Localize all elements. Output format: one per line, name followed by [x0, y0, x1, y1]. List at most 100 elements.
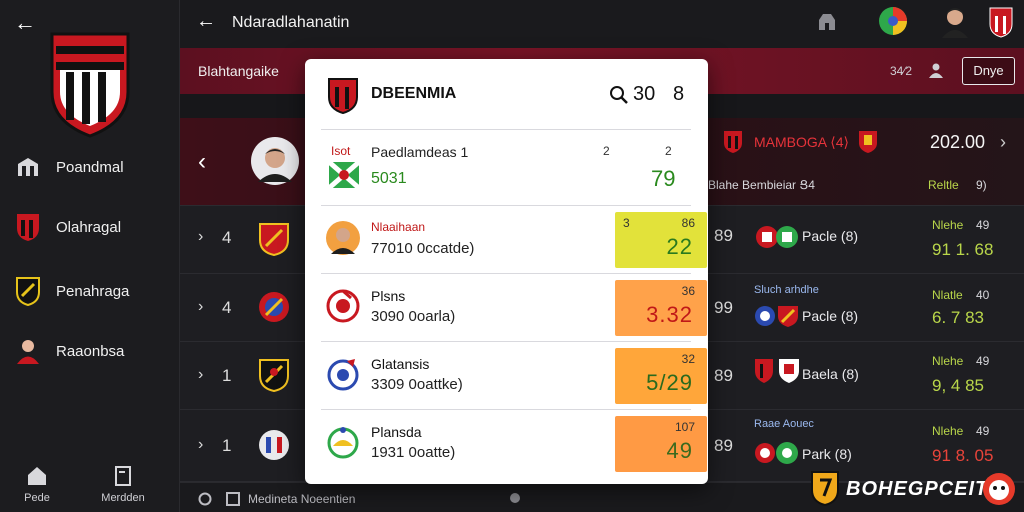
player-avatar — [326, 221, 360, 255]
sidebar-item-label: Penahraga — [56, 282, 130, 300]
club-crest-icon — [859, 131, 877, 153]
stat-value: 40 — [976, 288, 990, 302]
opponent-number: 89 — [714, 436, 733, 455]
page-indicator-dot[interactable] — [510, 493, 520, 503]
stat-label: Nlehe — [932, 424, 964, 438]
team-name: Raae Aouec — [754, 418, 814, 430]
item-subtitle: 1931 0oatte) — [371, 444, 456, 461]
sidebar-item-poandmal[interactable]: Poandmal — [14, 152, 124, 182]
team-subtitle: Pacle (8) — [802, 308, 859, 324]
team-subtitle: Baela (8) — [802, 366, 859, 382]
item-subtitle: 3090 0oarla) — [371, 308, 456, 325]
stat-label: Reltle — [928, 178, 959, 192]
score-box: 32 5/29 — [615, 348, 707, 404]
mascot-icon — [983, 473, 1015, 505]
stat-value: 9) — [976, 178, 987, 192]
list-item[interactable]: Plansda 1931 0oatte) 107 49 — [321, 409, 707, 477]
brand-name: BOHEGPCEIT — [846, 478, 989, 500]
sidebar-item-penahraga[interactable]: Penahraga — [14, 276, 129, 306]
back-arrow-icon[interactable]: ← — [196, 10, 216, 33]
chevron-right-icon[interactable]: › — [1000, 132, 1006, 153]
chevron-right-icon[interactable]: › — [198, 366, 203, 384]
club-badge-icon — [326, 289, 360, 323]
top-bar: ← Ndaradlahanatin — [180, 0, 1024, 48]
chevron-right-icon[interactable]: › — [198, 436, 203, 454]
list-item[interactable]: Nlaaihaan 77010 0ccatde) 3 86 22 — [321, 205, 707, 273]
user-icon[interactable] — [928, 62, 944, 78]
store-icon[interactable] — [817, 12, 837, 32]
club-crest-icon — [259, 223, 289, 256]
summary-label: Paedlamdeas 1 — [371, 144, 469, 160]
item-name: Nlaaihaan — [371, 220, 426, 234]
sidebar-item-label: Raaonbsa — [56, 342, 125, 360]
stat-label: Nlatle — [932, 288, 963, 302]
action-button[interactable]: Dnye — [962, 57, 1015, 85]
score-value: 91 8. 05 — [932, 446, 994, 465]
score-box-right: 86 — [681, 216, 695, 230]
chevron-left-icon[interactable]: ‹ — [198, 148, 206, 176]
club-crests-icon — [755, 442, 798, 464]
bottom-nav-merdden[interactable]: Merdden — [88, 466, 158, 504]
club-badge-icon — [327, 359, 359, 391]
match-details-modal: DBEENMIA 30 8 Isot Paedlamdeas 1 2 2 503… — [305, 59, 708, 484]
sidebar-item-olahragal[interactable]: Olahragal — [14, 212, 121, 242]
score-value: 6. 7 83 — [932, 308, 984, 327]
chevron-right-icon[interactable]: › — [198, 228, 203, 246]
club-logo — [50, 32, 130, 138]
score-box-right: 36 — [681, 284, 695, 298]
opponent-number: 89 — [714, 226, 733, 245]
stat-value: 49 — [976, 424, 990, 438]
opponent-number: 89 — [714, 366, 733, 385]
stat-value: 49 — [976, 218, 990, 232]
score-box: 3 86 22 — [615, 212, 707, 268]
rank-number: 1 — [222, 436, 232, 455]
flag-icon — [329, 162, 359, 188]
item-name: Plsns — [371, 288, 406, 304]
item-name: Plansda — [371, 424, 422, 440]
summary-prefix: Isot — [331, 144, 351, 158]
club-crest-icon — [259, 359, 289, 392]
team-name: MAMBOGA ⟨4⟩ — [754, 134, 849, 150]
score-box-right: 107 — [674, 420, 695, 434]
club-crests-icon — [755, 359, 799, 383]
stat-label: Nlehe — [932, 218, 964, 232]
shield-icon — [14, 276, 42, 306]
back-arrow-icon[interactable]: ← — [14, 10, 36, 36]
sidebar: ← Poandmal Olahragal Penahraga Raaonbsa … — [0, 0, 180, 512]
grid-icon[interactable] — [226, 492, 240, 506]
bottom-nav-home[interactable]: Pede — [2, 466, 72, 504]
team-name: Sluch arhdhe — [754, 284, 819, 296]
sidebar-item-raaonbsa[interactable]: Raaonbsa — [14, 336, 124, 366]
banner-label: Blahtangaike — [198, 63, 279, 79]
score-value: 9, 4 85 — [932, 376, 984, 395]
club-crest-icon — [259, 292, 289, 322]
score-box-right: 32 — [681, 352, 695, 366]
document-icon — [115, 466, 131, 486]
club-crest-icon — [328, 78, 358, 115]
score-box-left: 3 — [623, 216, 630, 230]
bottom-nav-label: Pede — [24, 492, 50, 504]
page-title: Ndaradlahanatin — [232, 14, 350, 31]
colour-ball-icon[interactable] — [878, 6, 908, 36]
score-box-value: 49 — [666, 438, 693, 463]
club-crest-icon[interactable] — [988, 6, 1014, 38]
list-item[interactable]: Plsns 3090 0oarla) 36 3.32 — [321, 273, 707, 341]
team-subtitle: Blahe Bembieiar Ց4 — [708, 178, 815, 192]
chevron-right-icon[interactable]: › — [198, 298, 203, 316]
building-icon — [14, 152, 42, 182]
summary-value: 5031 — [371, 170, 407, 187]
person-icon — [14, 336, 42, 366]
team-subtitle: Park (8) — [802, 446, 852, 462]
sidebar-item-label: Olahragal — [56, 218, 122, 236]
score-box-value: 5/29 — [646, 370, 693, 395]
modal-summary-row: Isot Paedlamdeas 1 2 2 5031 79 — [321, 129, 691, 203]
refresh-icon[interactable] — [198, 492, 212, 506]
list-item[interactable]: Glatansis 3309 0oattke) 32 5/29 — [321, 341, 707, 409]
avatar[interactable] — [940, 6, 970, 38]
stat-label: Nlehe — [932, 354, 964, 368]
modal-stat: 30 — [633, 83, 656, 105]
stat-value: 49 — [976, 354, 990, 368]
search-icon[interactable] — [609, 85, 629, 105]
item-subtitle: 3309 0oattke) — [371, 376, 463, 393]
score-value: 202.00 — [930, 132, 986, 152]
